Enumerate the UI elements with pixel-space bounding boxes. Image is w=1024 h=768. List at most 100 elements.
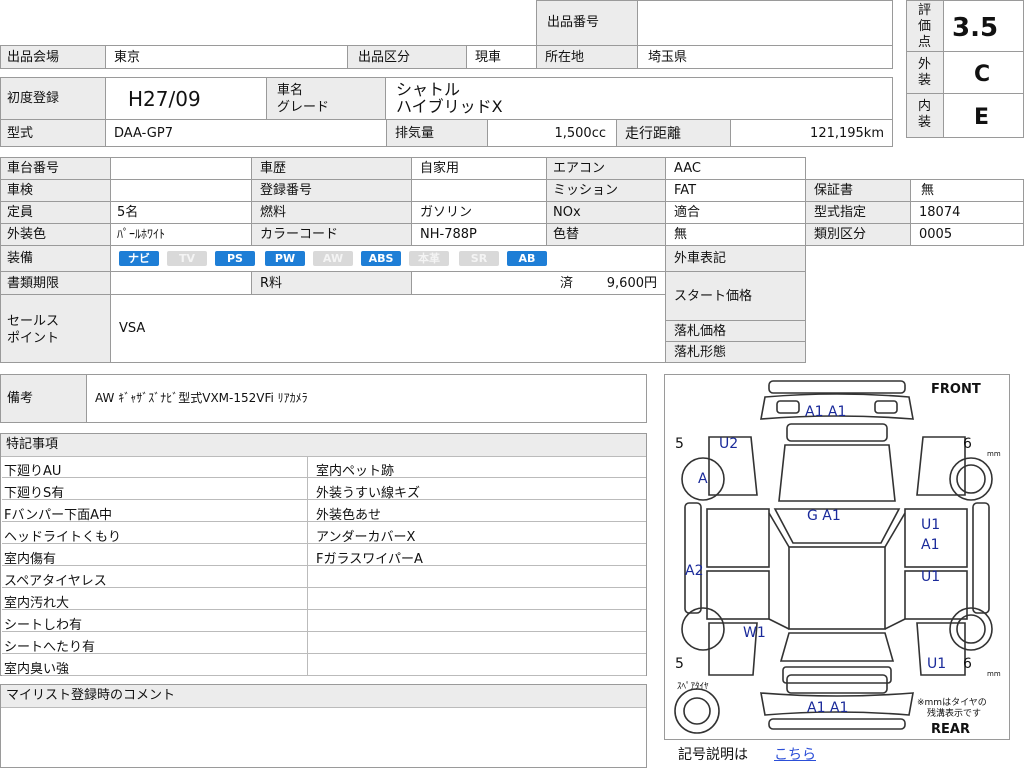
- transmission-label: ミッション: [553, 183, 619, 198]
- special-note-row: 室内傷有 FガラスワイパーA: [2, 544, 646, 567]
- mark-right-rear-fender: U1: [927, 656, 947, 672]
- mark-front-bumper: A1 A1: [805, 404, 847, 420]
- class-value: 0005: [919, 227, 953, 242]
- special-note-left: 室内臭い強: [4, 662, 70, 677]
- tire-note-line2: 残溝表示です: [927, 709, 982, 719]
- special-note-left: Fバンパー下面A中: [4, 508, 113, 523]
- transmission-value: FAT: [674, 183, 697, 198]
- mark-front-left-fender: U2: [719, 436, 739, 452]
- badge-leather: 本革: [409, 251, 449, 266]
- special-note-row: シートしわ有: [2, 610, 646, 633]
- name-grade-label-cell: 車名 グレード: [266, 77, 386, 120]
- special-note-right: 室内ペット跡: [316, 464, 395, 479]
- inspection-value-cell: [110, 179, 252, 202]
- notes-value-cell: AW ｷﾞｬｻﾞｽﾞﾅﾋﾞ型式VXM-152VFi ﾘｱｶﾒﾗ: [86, 374, 647, 423]
- mylist-title: マイリスト登録時のコメント: [6, 688, 176, 703]
- location-value: 埼玉県: [648, 50, 688, 65]
- interior-score-label: 内装: [918, 99, 932, 130]
- legend-link[interactable]: こちら: [774, 748, 816, 762]
- sales-point-value: VSA: [119, 321, 146, 336]
- left-sill-shape: [684, 502, 702, 614]
- notes-label: 備考: [7, 391, 34, 406]
- badge-ps: PS: [215, 251, 255, 266]
- location-label-cell: 所在地: [536, 45, 638, 69]
- exterior-score-cell: C: [943, 51, 1024, 94]
- special-note-right: FガラスワイパーA: [316, 552, 423, 567]
- recycle-value-cell: 済 9,600円: [411, 271, 666, 295]
- color-value: ﾊﾟｰﾙﾎﾜｲﾄ: [117, 227, 166, 241]
- colorchange-label-cell: 色替: [546, 223, 666, 246]
- mark-windshield: G A1: [807, 508, 841, 524]
- history-label-cell: 車歴: [251, 157, 412, 180]
- ac-value-cell: AAC: [665, 157, 806, 180]
- mileage-value-cell: 121,195km: [730, 119, 893, 147]
- sales-point-label-line2: ポイント: [7, 331, 60, 346]
- tire-unit-rear-right: mm: [987, 670, 1001, 678]
- tire-depth-rear-left: 5: [675, 656, 684, 672]
- transmission-value-cell: FAT: [665, 179, 806, 202]
- exterior-record-label-cell: 外車表記: [665, 245, 806, 272]
- special-note-left: 下廻りS有: [4, 486, 65, 501]
- exterior-record-label: 外車表記: [674, 251, 727, 266]
- model-label: 型式: [7, 126, 34, 141]
- start-price-label-cell: スタート価格: [665, 271, 806, 321]
- regno-value-cell: [411, 179, 547, 202]
- fuel-value: ガソリン: [420, 205, 473, 220]
- equipment-label-cell: 装備: [0, 245, 111, 272]
- model-value-cell: DAA-GP7: [105, 119, 387, 147]
- venue-label: 出品会場: [7, 50, 60, 65]
- class-value-cell: 0005: [910, 223, 1024, 246]
- tire-note-line1: ※mmはタイヤの: [917, 698, 987, 708]
- mileage-label-cell: 走行距離: [616, 119, 731, 147]
- category-label: 出品区分: [358, 50, 411, 65]
- special-notes-header: 特記事項: [1, 434, 646, 457]
- colorcode-label: カラーコード: [260, 227, 339, 242]
- location-value-cell: 埼玉県: [637, 45, 893, 69]
- mark-left-rear: W1: [743, 625, 766, 641]
- interior-score: E: [974, 105, 990, 130]
- warranty-value-cell: 無: [910, 179, 1024, 202]
- overall-score: 3.5: [952, 13, 999, 43]
- special-note-left: シートへたり有: [4, 640, 96, 655]
- mark-rear-bumper: A1 A1: [807, 700, 849, 716]
- mylist-header: マイリスト登録時のコメント: [1, 685, 646, 708]
- front-label: FRONT: [931, 382, 981, 397]
- venue-label-cell: 出品会場: [0, 45, 106, 69]
- recycle-label: R料: [260, 276, 283, 291]
- front-bumper-shape: [768, 380, 906, 394]
- special-note-row: 下廻りS有 外装うすい線キズ: [2, 478, 646, 501]
- recycle-value: 9,600円: [606, 276, 657, 291]
- history-value-cell: 自家用: [411, 157, 547, 180]
- hood-shape: [778, 444, 896, 502]
- displacement-value-cell: 1,500cc: [487, 119, 617, 147]
- notes-value: AW ｷﾞｬｻﾞｽﾞﾅﾋﾞ型式VXM-152VFi ﾘｱｶﾒﾗ: [95, 391, 308, 405]
- notes-label-cell: 備考: [0, 374, 87, 423]
- colorchange-value: 無: [674, 227, 688, 242]
- sale-type-label: 落札形態: [674, 345, 727, 360]
- lot-number-label-cell: 出品番号: [536, 0, 638, 46]
- badge-ab: AB: [507, 251, 547, 266]
- color-value-cell: ﾊﾟｰﾙﾎﾜｲﾄ: [110, 223, 252, 246]
- docs-value-cell: [110, 271, 252, 295]
- roof-shape: [788, 546, 886, 630]
- legend-label: 記号説明は: [678, 747, 748, 763]
- chassis-label: 車台番号: [7, 161, 60, 176]
- category-value-cell: 現車: [466, 45, 537, 69]
- venue-value: 東京: [114, 50, 141, 65]
- sale-type-label-cell: 落札形態: [665, 341, 806, 363]
- sales-point-label-cell: セールス ポイント: [0, 294, 111, 363]
- equipment-label: 装備: [7, 251, 34, 266]
- first-reg-label-cell: 初度登録: [0, 77, 106, 120]
- spare-tire-shape: [674, 688, 720, 734]
- special-note-right: 外装色あせ: [316, 508, 382, 523]
- inspection-label-cell: 車検: [0, 179, 111, 202]
- tire-depth-front-left: 5: [675, 436, 684, 452]
- displacement-value: 1,500cc: [554, 126, 606, 141]
- fuel-label: 燃料: [260, 205, 287, 220]
- location-label: 所在地: [545, 50, 585, 65]
- badge-sr: SR: [459, 251, 499, 266]
- interior-score-label-cell: 内装: [906, 93, 944, 138]
- regno-label: 登録番号: [260, 183, 313, 198]
- model-designation-label: 型式指定: [814, 205, 867, 220]
- color-label: 外装色: [7, 227, 47, 242]
